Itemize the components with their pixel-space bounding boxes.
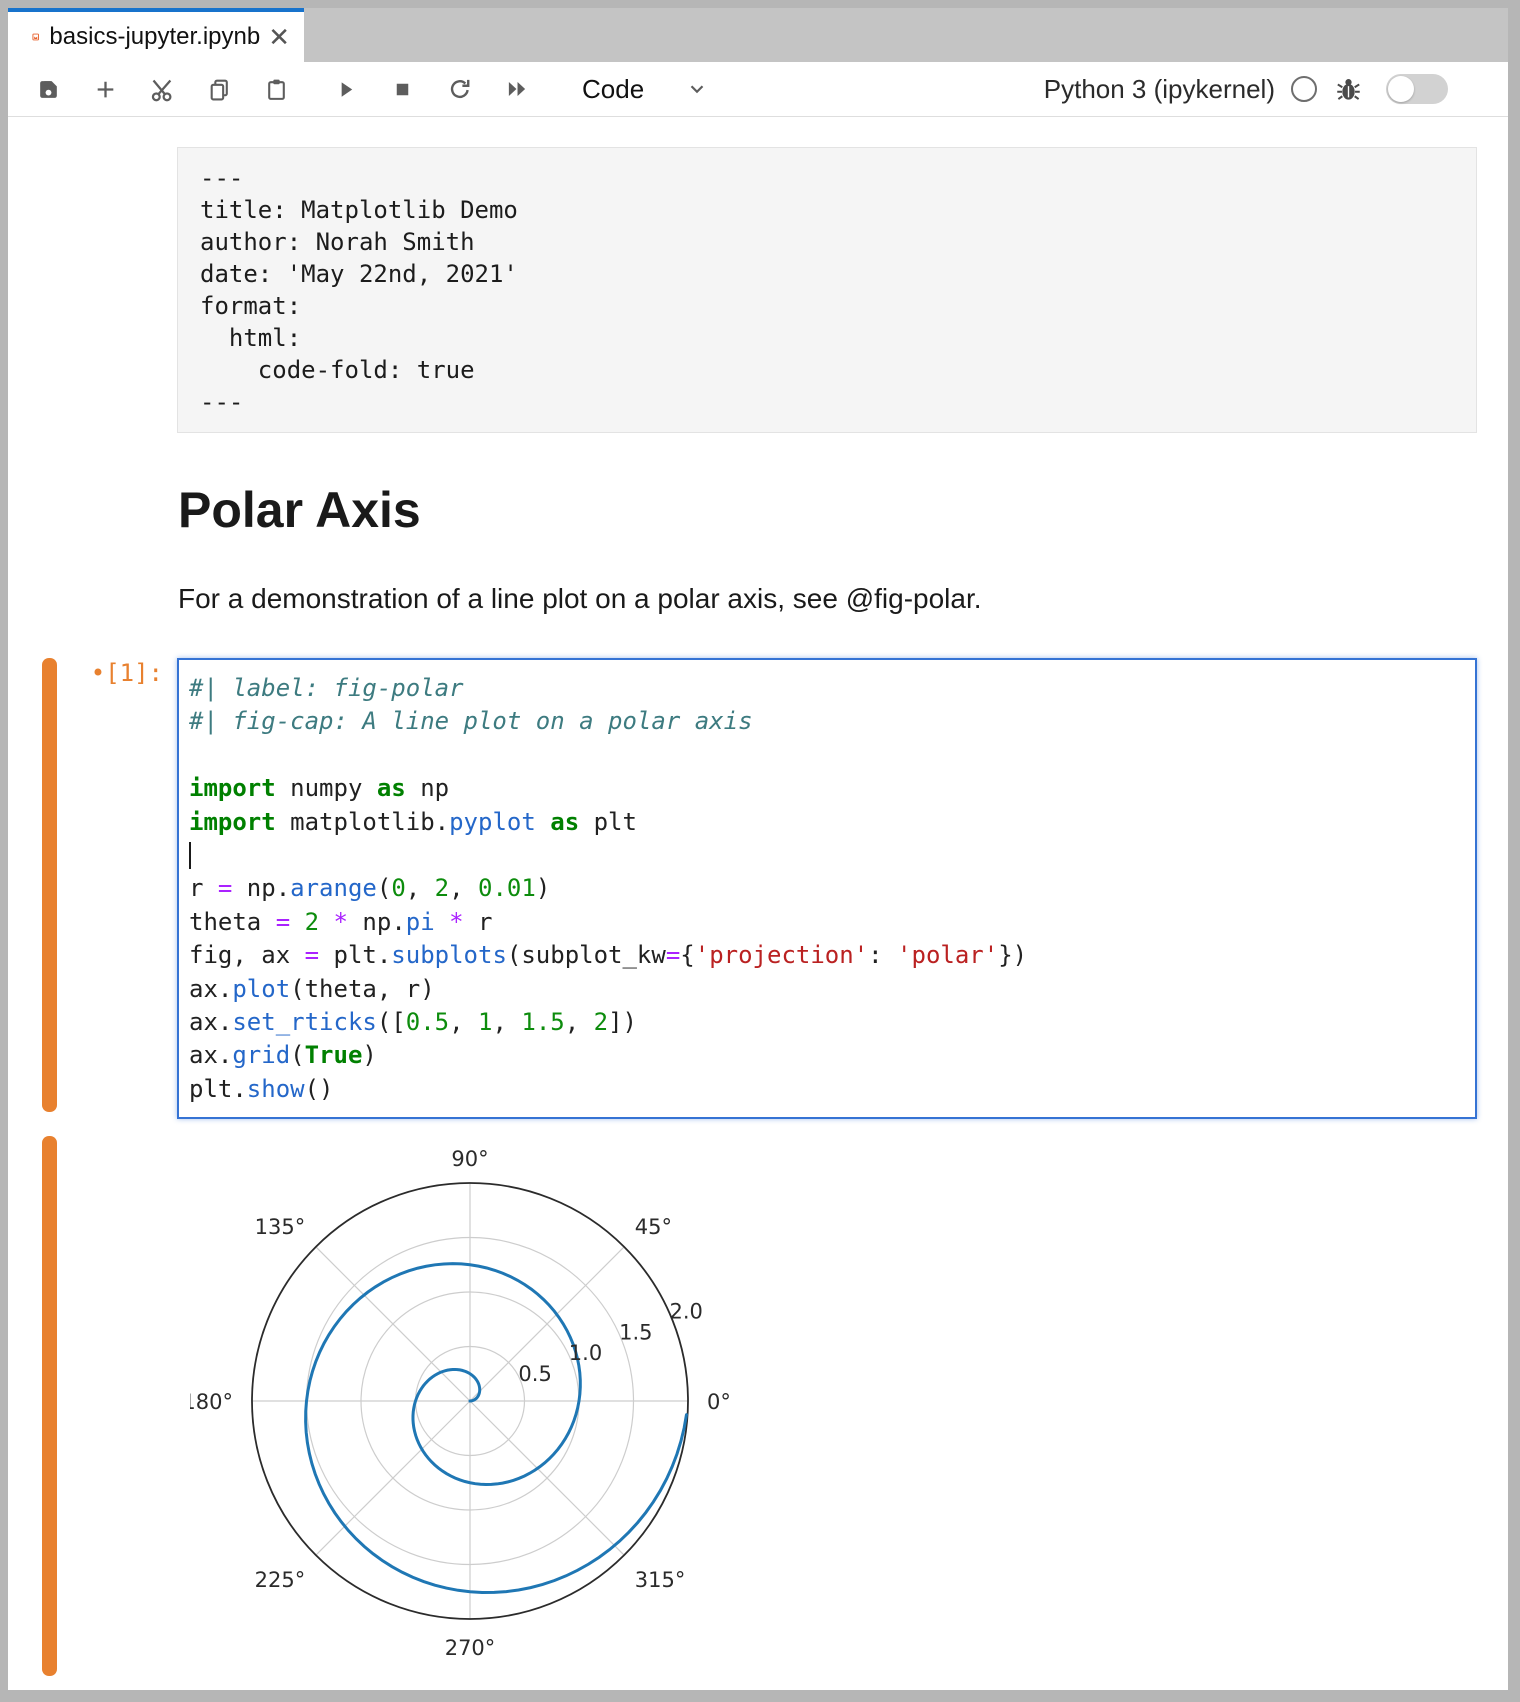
toggle-knob <box>1388 76 1414 102</box>
tab-bar: basics-jupyter.ipynb ✕ <box>8 8 1508 62</box>
notebook-toolbar: Code Python 3 (ipykernel) <box>8 62 1508 117</box>
code-cell-editor[interactable]: #| label: fig-polar#| fig-cap: A line pl… <box>177 658 1477 1119</box>
svg-text:0.5: 0.5 <box>518 1362 551 1386</box>
notebook-icon <box>32 25 39 49</box>
kernel-area: Python 3 (ipykernel) <box>1044 74 1508 105</box>
svg-text:135°: 135° <box>255 1215 306 1239</box>
bug-icon[interactable] <box>1335 76 1362 103</box>
notebook-window: basics-jupyter.ipynb ✕ <box>8 8 1508 1690</box>
svg-text:1.5: 1.5 <box>619 1320 652 1344</box>
cell-type-label: Code <box>582 74 644 105</box>
cell-type-dropdown[interactable]: Code <box>582 74 708 105</box>
svg-text:0°: 0° <box>707 1390 731 1414</box>
markdown-heading: Polar Axis <box>178 481 421 539</box>
svg-text:270°: 270° <box>445 1636 496 1660</box>
input-collapser[interactable] <box>42 658 57 1112</box>
kernel-name[interactable]: Python 3 (ipykernel) <box>1044 74 1275 105</box>
add-cell-button[interactable] <box>92 76 119 103</box>
svg-text:225°: 225° <box>255 1568 306 1592</box>
run-button[interactable] <box>332 76 359 103</box>
svg-text:45°: 45° <box>635 1215 672 1239</box>
output-collapser[interactable] <box>42 1136 57 1676</box>
paste-icon[interactable] <box>263 76 290 103</box>
stop-button[interactable] <box>389 76 416 103</box>
tab-basics-jupyter[interactable]: basics-jupyter.ipynb ✕ <box>8 8 304 62</box>
execution-prompt: •[1]: <box>43 659 163 687</box>
markdown-paragraph: For a demonstration of a line plot on a … <box>178 583 982 615</box>
restart-kernel-button[interactable] <box>446 76 473 103</box>
code-lines: #| label: fig-polar#| fig-cap: A line pl… <box>189 672 1465 1106</box>
polar-plot-output: 0° 45° 90° 135° 180° 225° 270° 315° 0.5 1.0 1.5 2.0 <box>190 1131 750 1671</box>
notebook-content: ---title: Matplotlib Demoauthor: Norah S… <box>8 117 1508 1688</box>
raw-yaml-cell[interactable]: ---title: Matplotlib Demoauthor: Norah S… <box>177 147 1477 433</box>
simple-interface-toggle[interactable] <box>1386 74 1448 104</box>
copy-icon[interactable] <box>206 76 233 103</box>
close-icon[interactable]: ✕ <box>268 24 290 50</box>
fast-forward-button[interactable] <box>503 76 530 103</box>
chevron-down-icon <box>686 78 708 100</box>
svg-text:2.0: 2.0 <box>669 1299 702 1323</box>
svg-text:315°: 315° <box>635 1568 686 1592</box>
yaml-lines: ---title: Matplotlib Demoauthor: Norah S… <box>200 162 1454 418</box>
save-button[interactable] <box>35 76 62 103</box>
svg-text:180°: 180° <box>190 1390 233 1414</box>
svg-text:1.0: 1.0 <box>569 1341 602 1365</box>
kernel-status-icon <box>1291 76 1317 102</box>
svg-text:90°: 90° <box>451 1147 488 1171</box>
tab-title: basics-jupyter.ipynb <box>49 23 260 51</box>
cut-icon[interactable] <box>149 76 176 103</box>
